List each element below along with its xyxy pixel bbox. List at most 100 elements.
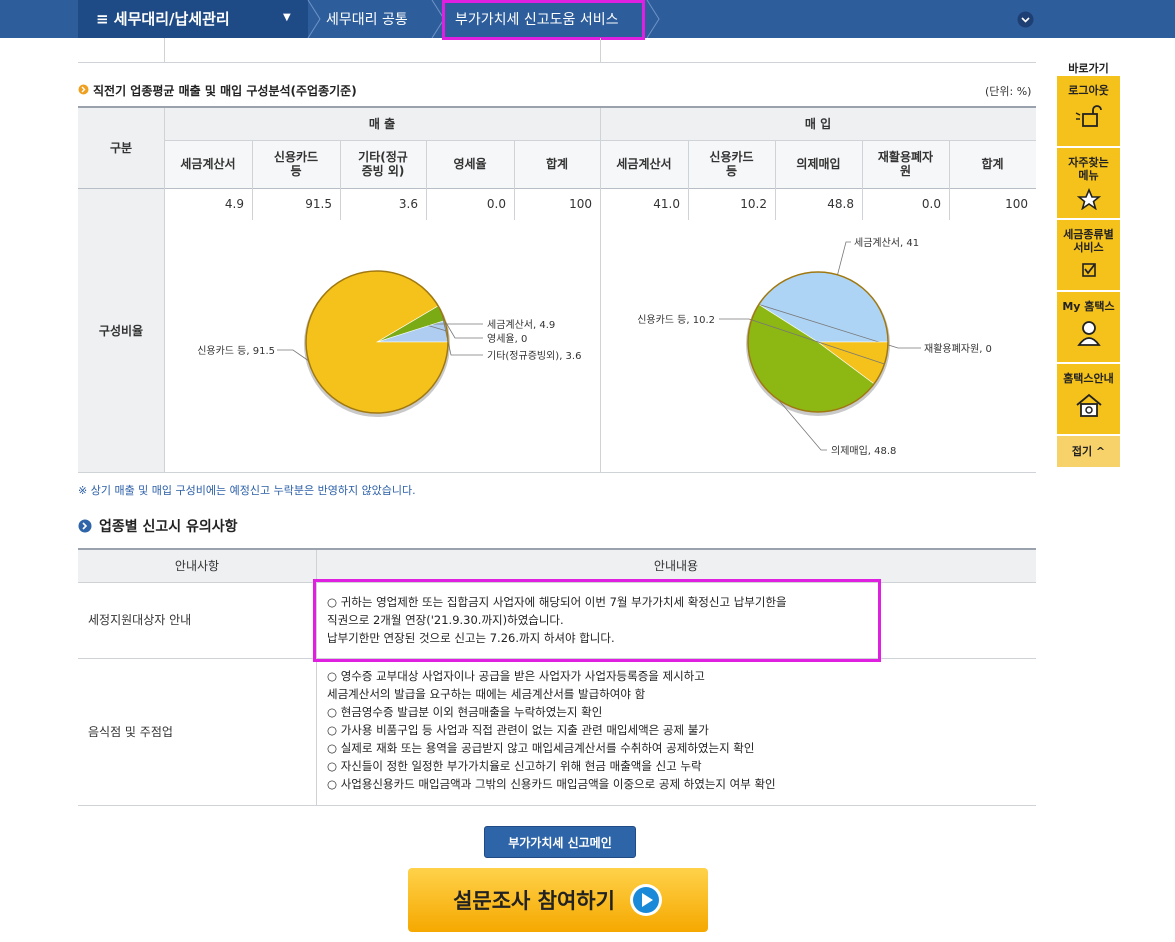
sales-value-zero-rate: 0.0 <box>486 197 506 211</box>
notice-line: 직권으로 2개월 연장('21.9.30.까지)하였습니다. <box>327 613 564 627</box>
notice-line: ○ 영수증 교부대상 사업자이나 공급을 받은 사업자가 사업자등록증을 제시하… <box>327 669 705 683</box>
bullet-icon <box>78 84 89 95</box>
purchase-value-total: 100 <box>1005 197 1028 211</box>
sales-value-other: 3.6 <box>398 197 418 211</box>
purchase-col-recycled: 재활용폐자 원 <box>862 140 949 188</box>
quick-item-favorites[interactable]: 자주찾는 메뉴 <box>1057 148 1120 218</box>
divider <box>949 140 950 220</box>
vat-main-button[interactable]: 부가가치세 신고메인 <box>484 826 636 858</box>
menu-title: ≡ 세무대리/납세관리 <box>96 10 230 28</box>
pie-slice-label: 세금계산서, 41 <box>854 237 919 249</box>
pie-slice-label: 기타(정규증빙외), 3.6 <box>487 350 581 362</box>
purchase-col-tax-invoice: 세금계산서 <box>600 140 688 188</box>
divider <box>426 140 427 220</box>
house-icon <box>1075 393 1102 417</box>
section-title-composition: 직전기 업종평균 매출 및 매입 구성분석(주업종기준) <box>93 84 357 98</box>
notice-row-label-restaurant: 음식점 및 주점업 <box>88 724 173 739</box>
notice-line: 세금계산서의 발급을 요구하는 때에는 세금계산서를 발급하여야 함 <box>327 687 646 701</box>
breadcrumb-item-vat-service[interactable]: 부가가치세 신고도움 서비스 <box>455 9 618 29</box>
star-icon <box>1076 188 1101 210</box>
purchase-value-credit-card: 10.2 <box>740 197 767 211</box>
quick-item-my-hometax[interactable]: My 홈택스 <box>1057 292 1120 362</box>
pie-slice-label: 의제매입, 48.8 <box>831 444 896 457</box>
quick-menu: 바로가기 로그아웃 자주찾는 메뉴 세금종류별 서비스 My 홈택스 홈택스안내 <box>1057 58 1120 468</box>
notice-line: ○ 실제로 재화 또는 용역을 공급받지 않고 매입세금계산서를 수취하여 공제… <box>327 741 755 755</box>
notice-row-label-support: 세정지원대상자 안내 <box>88 613 192 627</box>
caret-down-icon: ▼ <box>283 12 291 23</box>
quick-item-label: 로그아웃 <box>1068 84 1109 97</box>
unit-label: (단위: %) <box>985 85 1032 98</box>
footnote: ※ 상기 매출 및 매입 구성비에는 예정신고 누락분은 반영하지 않았습니다. <box>78 484 416 497</box>
menu-dropdown[interactable]: ≡ 세무대리/납세관리 ▼ <box>78 0 308 38</box>
col-header-content: 안내내용 <box>316 550 1036 582</box>
quick-menu-collapse-button[interactable]: 접기 ^ <box>1057 436 1120 467</box>
divider <box>164 38 165 63</box>
survey-label: 설문조사 참여하기 <box>453 889 615 913</box>
pie-slice-label: 신용카드 등, 91.5 <box>197 345 275 357</box>
sales-value-total: 100 <box>569 197 592 211</box>
pie-leader-line <box>837 241 851 275</box>
survey-button[interactable]: 설문조사 참여하기 <box>408 868 708 932</box>
pie-chart-purchase: 세금계산서, 41 재활용폐자원, 0 의제매입, 48.8 신용카드 등, 10.2 <box>637 237 992 457</box>
divider <box>862 140 863 220</box>
pie-slice-label: 영세율, 0 <box>487 333 527 345</box>
sales-col-zero-rate: 영세율 <box>426 140 514 188</box>
sales-col-total: 합계 <box>514 140 600 188</box>
pie-slice-label: 재활용폐자원, 0 <box>924 342 992 355</box>
breadcrumb-item-tax-agent-common[interactable]: 세무대리 공통 <box>326 9 408 29</box>
notice-content-support: ○ 귀하는 영업제한 또는 집합금지 사업자에 해당되어 이번 7월 부가가치세… <box>327 593 787 647</box>
divider <box>514 140 515 220</box>
notice-line: 납부기한만 연장된 것으로 신고는 7.26.까지 하셔야 합니다. <box>327 631 615 645</box>
quick-item-label: 세금종류별 서비스 <box>1063 228 1114 254</box>
purchase-value-tax-invoice: 41.0 <box>653 197 680 211</box>
divider <box>688 140 689 220</box>
sales-col-tax-invoice: 세금계산서 <box>164 140 252 188</box>
quick-menu-title: 바로가기 <box>1068 62 1109 75</box>
divider <box>775 140 776 220</box>
divider <box>78 188 1036 189</box>
col-header-guide: 안내사항 <box>78 550 316 582</box>
breadcrumb-chevron-icon <box>307 0 321 38</box>
checkbox-icon <box>1081 263 1096 277</box>
quick-item-tax-services[interactable]: 세금종류별 서비스 <box>1057 220 1120 290</box>
user-icon <box>1076 321 1101 346</box>
col-header-gubun: 구분 <box>78 108 164 188</box>
pie-leader-line <box>277 349 309 362</box>
purchase-col-credit-card: 신용카드 등 <box>688 140 775 188</box>
notice-line: ○ 귀하는 영업제한 또는 집합금지 사업자에 해당되어 이번 7월 부가가치세… <box>327 595 787 609</box>
expand-circle-icon[interactable] <box>1017 11 1034 28</box>
divider <box>78 472 1036 473</box>
breadcrumb-chevron-icon <box>646 0 660 38</box>
purchase-value-deemed: 48.8 <box>827 197 854 211</box>
bullet-icon <box>78 519 92 533</box>
purchase-col-total: 합계 <box>949 140 1036 188</box>
purchase-value-recycled: 0.0 <box>921 197 941 211</box>
pie-chart-sales: 세금계산서, 4.9 영세율, 0 기타(정규증빙외), 3.6 신용카드 등, 91… <box>197 270 581 417</box>
notice-line: ○ 사업용신용카드 매입금액과 그밖의 신용카드 매입금액을 이중으로 공제 하… <box>327 777 776 791</box>
notice-line: ○ 가사용 비품구입 등 사업과 직접 관련이 없는 지출 관련 매입세액은 공… <box>327 723 709 737</box>
sales-col-credit-card: 신용카드 등 <box>252 140 340 188</box>
sales-value-credit-card: 91.5 <box>305 197 332 211</box>
play-circle-icon <box>629 884 662 916</box>
sales-col-other: 기타(정규 증빙 외) <box>340 140 426 188</box>
section-title-notices: 업종별 신고시 유의사항 <box>99 519 238 535</box>
notice-line: ○ 현금영수증 발급분 이외 현금매출을 누락하였는지 확인 <box>327 705 603 719</box>
divider <box>78 62 1036 63</box>
pie-leader-line <box>444 320 483 339</box>
pie-slice-label: 세금계산서, 4.9 <box>487 319 555 331</box>
quick-item-hometax-guide[interactable]: 홈택스안내 <box>1057 364 1120 434</box>
quick-item-logout[interactable]: 로그아웃 <box>1057 76 1120 146</box>
quick-item-label: My 홈택스 <box>1062 300 1115 313</box>
divider <box>78 805 1036 806</box>
purchase-col-deemed: 의제매입 <box>775 140 862 188</box>
top-navigation-bar: ≡ 세무대리/납세관리 ▼ 세무대리 공통 부가가치세 신고도움 서비스 <box>0 0 1175 40</box>
notice-line: ○ 자신들이 정한 일정한 부가가치율로 신고하기 위해 현금 매출액을 신고 … <box>327 759 702 773</box>
divider <box>340 140 341 220</box>
purchase-header: 매 입 <box>600 108 1036 140</box>
divider <box>600 38 601 63</box>
sales-header: 매 출 <box>164 108 600 140</box>
sales-value-tax-invoice: 4.9 <box>224 197 244 211</box>
row-label-composition: 구성비율 <box>78 188 164 473</box>
pie-slice-label: 신용카드 등, 10.2 <box>637 314 715 326</box>
notice-content-restaurant: ○ 영수증 교부대상 사업자이나 공급을 받은 사업자가 사업자등록증을 제시하… <box>327 667 776 793</box>
